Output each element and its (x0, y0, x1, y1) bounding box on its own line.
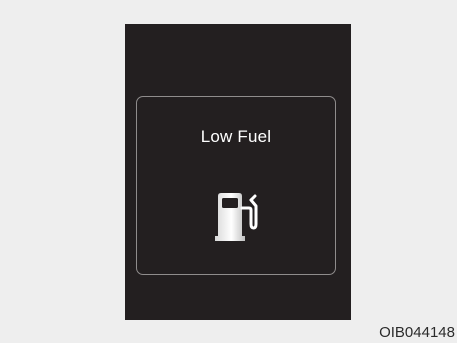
fuel-pump-icon (215, 193, 258, 241)
low-fuel-warning-frame: Low Fuel (136, 96, 336, 275)
cluster-display-panel: Low Fuel (125, 24, 351, 320)
figure-code-label: OIB044148 (379, 324, 455, 341)
low-fuel-message: Low Fuel (200, 127, 272, 146)
